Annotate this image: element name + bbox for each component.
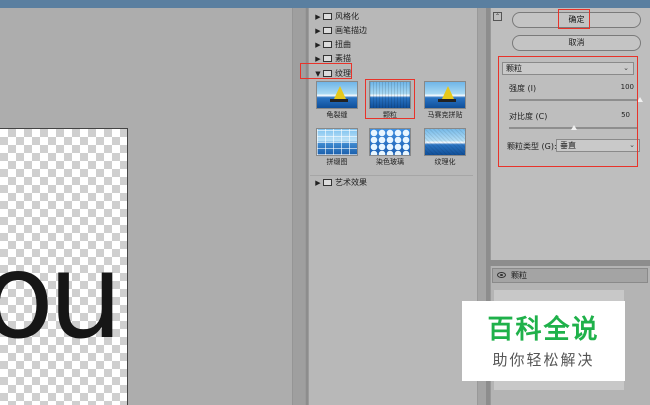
ok-highlight-box <box>558 9 590 29</box>
settings-highlight-box <box>498 56 638 167</box>
thumbnail-label: 拼缀图 <box>326 158 348 166</box>
category-stylize[interactable]: ▶ 风格化 <box>310 10 473 23</box>
folder-icon <box>323 55 332 62</box>
canvas-text: ou <box>0 227 123 365</box>
effect-layer-row[interactable]: 颗粒 <box>492 268 648 283</box>
thumbnail-label: 龟裂缝 <box>326 111 348 119</box>
category-distort[interactable]: ▶ 扭曲 <box>310 38 473 51</box>
window-title-strip <box>0 0 650 8</box>
thumbnail-patchwork[interactable] <box>316 128 358 156</box>
folder-icon <box>323 41 332 48</box>
watermark-logo: 百科全说 助你轻松解决 <box>462 301 625 381</box>
preview-canvas: ou <box>0 128 128 405</box>
thumbnail-label: 染色玻璃 <box>376 158 404 166</box>
grain-highlight-box <box>365 79 415 119</box>
collapse-gallery-icon[interactable]: ⌃ <box>493 12 502 21</box>
folder-icon <box>323 179 332 186</box>
expand-arrow-icon: ▶ <box>315 27 321 35</box>
category-artistic[interactable]: ▶ 艺术效果 <box>310 175 473 188</box>
cancel-button[interactable]: 取消 <box>512 35 641 51</box>
watermark-title: 百科全说 <box>487 315 600 345</box>
folder-icon <box>323 27 332 34</box>
texture-highlight-box <box>300 63 352 79</box>
folder-icon <box>323 13 332 20</box>
category-brush-strokes[interactable]: ▶ 画笔描边 <box>310 24 473 37</box>
thumbnail-stained-glass[interactable] <box>369 128 411 156</box>
eye-icon[interactable] <box>497 272 506 278</box>
thumbnail-craquelure[interactable] <box>316 81 358 109</box>
thumbnail-label: 纹理化 <box>434 158 456 166</box>
expand-arrow-icon: ▶ <box>315 41 321 49</box>
watermark-subtitle: 助你轻松解决 <box>492 351 595 369</box>
thumbnail-label: 马赛克拼贴 <box>427 111 463 119</box>
preview-pane[interactable]: ou <box>0 8 306 405</box>
expand-arrow-icon: ▶ <box>315 13 321 21</box>
thumbnail-texturizer[interactable] <box>424 128 466 156</box>
expand-arrow-icon: ▶ <box>315 179 321 187</box>
thumbnail-mosaic-tiles[interactable] <box>424 81 466 109</box>
